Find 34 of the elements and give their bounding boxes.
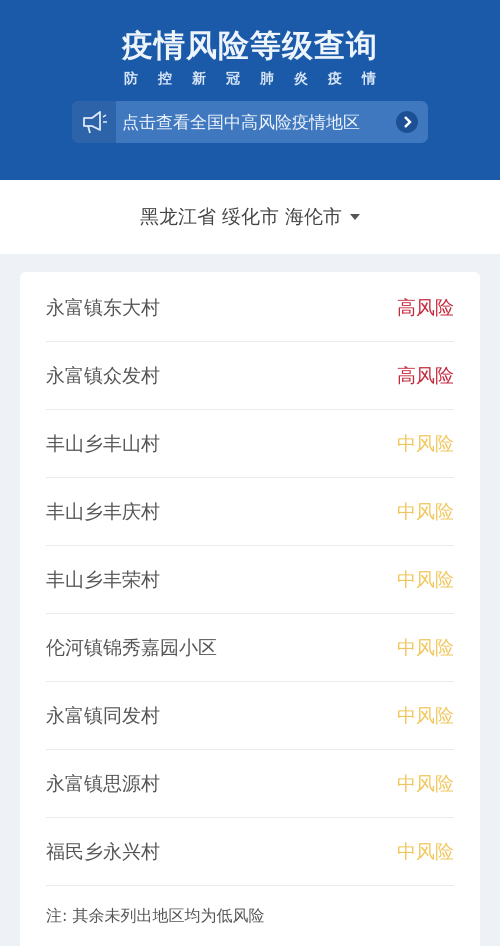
risk-level: 中风险	[397, 500, 454, 524]
subtitle-char: 防	[124, 70, 138, 89]
footnote: 注: 其余未列出地区均为低风险	[46, 905, 266, 927]
subtitle-char: 控	[158, 70, 172, 89]
area-name: 伦河镇锦秀嘉园小区	[46, 636, 217, 660]
caret-icon	[350, 214, 360, 220]
risk-level: 中风险	[397, 432, 454, 456]
area-name: 丰山乡丰山村	[46, 432, 160, 456]
risk-level: 高风险	[397, 296, 454, 320]
area-name: 永富镇思源村	[46, 772, 160, 796]
subtitle-char: 疫	[328, 70, 342, 89]
megaphone-icon	[72, 101, 116, 143]
risk-level: 中风险	[397, 840, 454, 864]
area-name: 丰山乡丰荣村	[46, 568, 160, 592]
risk-level: 高风险	[397, 364, 454, 388]
subtitle-char: 冠	[226, 70, 240, 89]
notice-text: 点击查看全国中高风险疫情地区	[122, 112, 360, 134]
page-title: 疫情风险等级查询	[122, 27, 378, 65]
risk-level: 中风险	[397, 636, 454, 660]
subtitle-char: 炎	[294, 70, 308, 89]
area-name: 永富镇同发村	[46, 704, 160, 728]
subtitle-char: 情	[362, 70, 376, 89]
area-name: 福民乡永兴村	[46, 840, 160, 864]
subtitle-char: 肺	[260, 70, 274, 89]
area-name: 永富镇东大村	[46, 296, 160, 320]
chevron-right-icon	[396, 111, 418, 133]
location-selector[interactable]: 黑龙江省 绥化市 海伦市	[140, 204, 360, 230]
subtitle-char: 新	[192, 70, 206, 89]
risk-level: 中风险	[397, 704, 454, 728]
area-name: 丰山乡丰庆村	[46, 500, 160, 524]
area-name: 永富镇众发村	[46, 364, 160, 388]
notice-bar[interactable]: 点击查看全国中高风险疫情地区	[72, 101, 428, 143]
risk-level: 中风险	[397, 772, 454, 796]
risk-level: 中风险	[397, 568, 454, 592]
